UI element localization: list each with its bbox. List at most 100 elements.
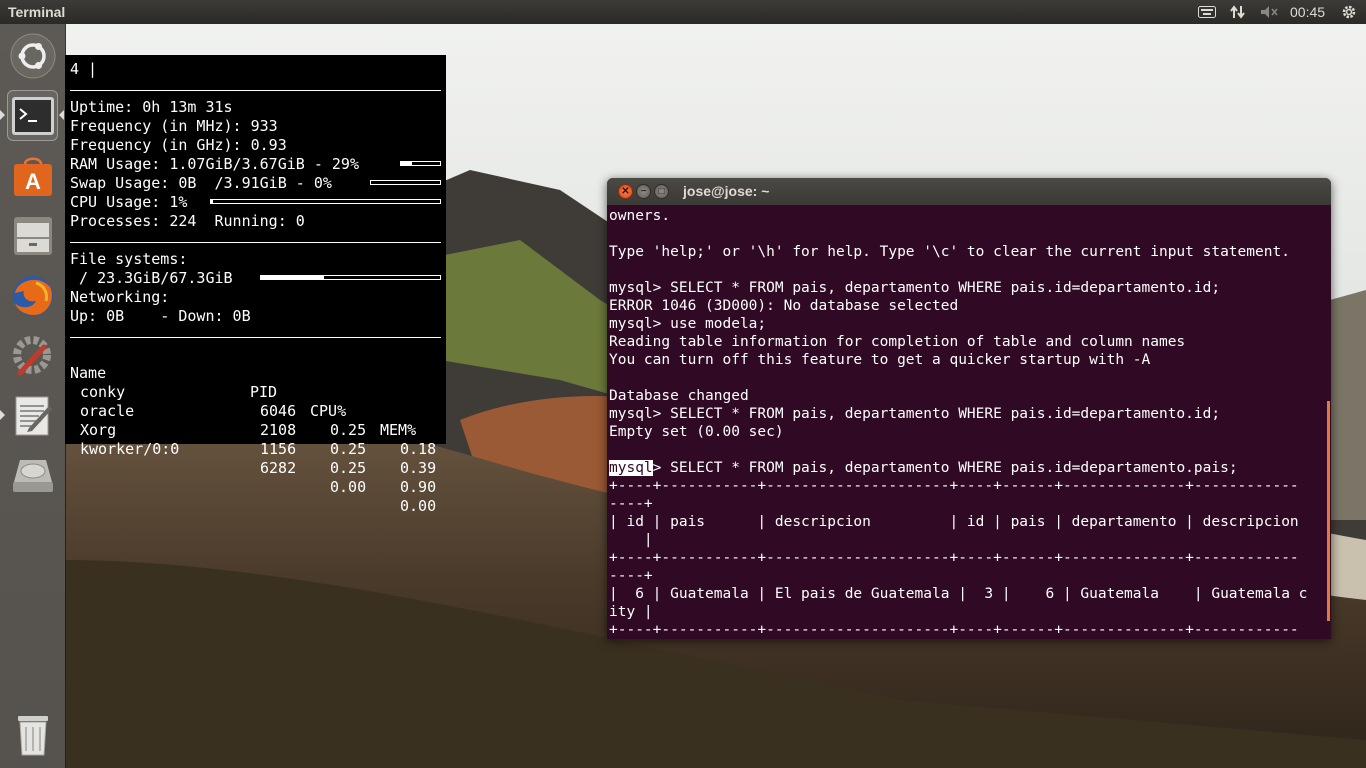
frequency-mhz-text: Frequency (in MHz): 933 (70, 117, 278, 135)
divider (70, 90, 441, 91)
window-title: jose@jose: ~ (683, 183, 770, 199)
process-cpu: 0.00 (330, 478, 367, 496)
close-icon: ✕ (621, 185, 630, 197)
process-pid: 6046 (260, 402, 297, 420)
terminal-line: Database changed (609, 388, 749, 404)
scrollbar[interactable] (1327, 401, 1330, 621)
divider (70, 242, 441, 243)
terminal-line: owners. (609, 208, 671, 224)
volume-mute-icon[interactable] (1258, 0, 1280, 24)
keyboard-icon[interactable] (1196, 0, 1218, 24)
divider (70, 337, 441, 338)
file-systems-label: File systems: (70, 250, 188, 268)
terminal-current-command: mysql> SELECT * FROM pais, departamento … (609, 459, 1238, 477)
process-pid: 6282 (260, 459, 297, 477)
column-header-cpu: CPU% (310, 402, 347, 420)
process-mem: 0.39 (400, 459, 437, 477)
process-row: conky 6046 0.25 0.18 (70, 364, 436, 458)
swap-usage-bar (370, 180, 441, 185)
gear-icon[interactable] (1338, 0, 1360, 24)
active-app-title: Terminal (8, 4, 66, 20)
terminal-line: | 6 | Guatemala | El pais de Guatemala |… (609, 586, 1308, 602)
conky-system-monitor: 4 | Uptime: 0h 13m 31s Frequency (in MHz… (65, 55, 446, 515)
terminal-line: Empty set (0.00 sec) (609, 424, 784, 440)
terminal-line: +----+-----------+---------------------+… (609, 550, 1299, 566)
clock[interactable]: 00:45 (1290, 0, 1325, 24)
process-cpu: 0.25 (330, 440, 367, 458)
system-settings-icon (12, 335, 51, 375)
conky-header: 4 | (70, 60, 98, 78)
terminal-line: ----+ (609, 568, 653, 584)
launcher-item-disk[interactable] (7, 450, 58, 501)
disk-icon (12, 459, 53, 492)
terminal-line: mysql> SELECT * FROM pais, departamento … (609, 406, 1221, 422)
terminal-output[interactable]: owners. Type 'help;' or '\h' for help. T… (607, 205, 1331, 639)
process-row: kworker/0:0 6282 0.00 0.00 (70, 421, 436, 515)
launcher-item-software-center[interactable]: A (7, 150, 58, 201)
process-cpu: 0.25 (330, 421, 367, 439)
close-button[interactable]: ✕ (618, 184, 633, 199)
top-panel: Terminal 00:45 (0, 0, 1366, 24)
process-name: kworker/0:0 (80, 440, 180, 458)
network-icon[interactable] (1227, 0, 1249, 24)
process-cpu: 0.25 (330, 459, 367, 477)
process-mem: 0.90 (400, 478, 437, 496)
ram-usage-text: RAM Usage: 1.07GiB/3.67GiB - 29% (70, 155, 359, 173)
terminal-line: | (609, 532, 653, 548)
process-table-header: Name PID CPU% MEM% (70, 345, 416, 439)
trash-icon (17, 715, 48, 755)
dash-button[interactable] (7, 30, 58, 81)
terminal-line: +----+-----------+---------------------+… (609, 622, 1299, 638)
file-manager-icon (13, 216, 52, 255)
process-mem: 0.00 (400, 497, 437, 515)
launcher: A (0, 24, 66, 768)
launcher-item-terminal[interactable] (7, 90, 58, 141)
software-center-icon: A (13, 157, 52, 196)
text-editor-icon (15, 396, 52, 435)
frequency-ghz-text: Frequency (in GHz): 0.93 (70, 136, 287, 154)
processes-text: Processes: 224 Running: 0 (70, 212, 305, 230)
uptime-text: Uptime: 0h 13m 31s (70, 98, 233, 116)
cpu-usage-bar (210, 199, 441, 204)
terminal-line: ERROR 1046 (3D000): No database selected (609, 298, 959, 314)
terminal-line: You can turn off this feature to get a q… (609, 352, 1151, 368)
terminal-line: | id | pais | descripcion | id | pais | … (609, 514, 1299, 530)
process-pid: 2108 (260, 421, 297, 439)
networking-label: Networking: (70, 288, 170, 306)
terminal-line: mysql> SELECT * FROM pais, departamento … (609, 280, 1221, 296)
launcher-item-trash[interactable] (7, 708, 58, 759)
process-pid: 1156 (260, 440, 297, 458)
launcher-item-firefox[interactable] (7, 270, 58, 321)
terminal-window[interactable]: ✕ − □ jose@jose: ~ owners. Type 'help;' … (607, 178, 1331, 639)
root-fs-text: / 23.3GiB/67.3GiB (70, 269, 233, 287)
process-mem: 0.18 (400, 440, 437, 458)
minimize-button[interactable]: − (636, 184, 651, 199)
root-fs-bar (260, 275, 441, 280)
process-row: Xorg 1156 0.25 0.90 (70, 402, 436, 496)
launcher-item-system-settings[interactable] (7, 330, 58, 381)
ubuntu-logo-icon (10, 33, 55, 78)
maximize-button[interactable]: □ (654, 184, 669, 199)
terminal-line: +----+-----------+---------------------+… (609, 478, 1299, 494)
selected-text[interactable]: mysql (609, 460, 653, 476)
ram-usage-bar (400, 161, 441, 166)
process-row: oracle 2108 0.25 0.39 (70, 383, 436, 477)
swap-usage-text: Swap Usage: 0B /3.91GiB - 0% (70, 174, 332, 192)
command-text: > SELECT * FROM pais, departamento WHERE… (652, 460, 1238, 476)
terminal-line: mysql> use modela; (609, 316, 767, 332)
cpu-usage-text: CPU Usage: 1% (70, 193, 188, 211)
minimize-icon: − (640, 185, 647, 197)
column-header-mem: MEM% (380, 421, 417, 439)
terminal-line: ity | (609, 604, 653, 620)
maximize-icon: □ (658, 185, 665, 197)
terminal-icon (11, 96, 54, 135)
window-titlebar[interactable]: ✕ − □ jose@jose: ~ (607, 178, 1331, 205)
launcher-item-files[interactable] (7, 210, 58, 261)
terminal-line: Type 'help;' or '\h' for help. Type '\c'… (609, 244, 1290, 260)
launcher-item-text-editor[interactable] (7, 390, 58, 441)
terminal-line: ----+ (609, 496, 653, 512)
firefox-icon (12, 275, 53, 316)
terminal-line: Reading table information for completion… (609, 334, 1186, 350)
column-header-pid: PID (250, 383, 278, 401)
network-traffic-text: Up: 0B - Down: 0B (70, 307, 251, 325)
